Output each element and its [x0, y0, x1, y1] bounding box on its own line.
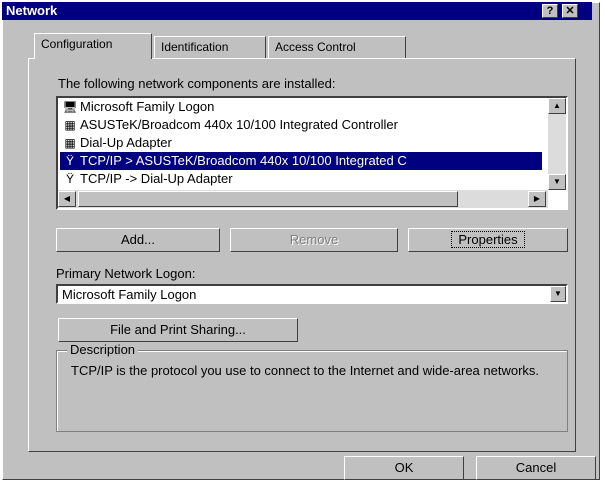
components-list[interactable]: 🖥 Microsoft Family Logon ▦ ASUSTeK/Broadco…: [56, 96, 568, 210]
client-icon: 🖥: [62, 100, 78, 114]
list-item[interactable]: Ÿ TCP/IP -> Dial-Up Adapter: [60, 170, 542, 188]
description-text: TCP/IP is the protocol you use to connec…: [71, 363, 540, 378]
close-button[interactable]: ✕: [562, 4, 578, 18]
tab-identification[interactable]: Identification: [154, 36, 266, 58]
network-adapter-icon: ▦: [64, 118, 76, 132]
properties-button[interactable]: Properties: [408, 228, 568, 252]
help-button[interactable]: ?: [542, 4, 558, 18]
ok-button[interactable]: OK: [344, 456, 464, 480]
vertical-scrollbar[interactable]: ▲ ▼: [548, 98, 566, 190]
network-adapter-icon: ▦: [64, 136, 76, 150]
scroll-down-arrow-icon[interactable]: ▼: [548, 174, 566, 190]
protocol-icon: Ÿ: [65, 172, 74, 186]
file-print-sharing-button[interactable]: File and Print Sharing...: [58, 318, 298, 342]
primary-logon-select[interactable]: Microsoft Family Logon ▼: [56, 284, 568, 304]
primary-logon-value: Microsoft Family Logon: [62, 287, 197, 302]
cancel-button[interactable]: Cancel: [476, 456, 596, 480]
tab-access-control[interactable]: Access Control: [268, 36, 406, 58]
protocol-icon: Ÿ: [65, 154, 74, 168]
scroll-right-arrow-icon[interactable]: ▶: [528, 191, 546, 207]
add-button[interactable]: Add...: [56, 228, 220, 252]
scroll-up-arrow-icon[interactable]: ▲: [548, 98, 566, 114]
horizontal-scroll-thumb[interactable]: [78, 191, 458, 207]
list-item[interactable]: ▦ ASUSTeK/Broadcom 440x 10/100 Integrated…: [60, 116, 542, 134]
scroll-left-arrow-icon[interactable]: ◀: [58, 191, 76, 207]
remove-button[interactable]: Remove: [230, 228, 398, 252]
description-group: Description TCP/IP is the protocol you u…: [56, 342, 568, 432]
chevron-down-icon[interactable]: ▼: [550, 286, 566, 302]
title-bar[interactable]: Network ? ✕: [2, 2, 592, 20]
list-item[interactable]: ▦ Dial-Up Adapter: [60, 134, 542, 152]
horizontal-scrollbar[interactable]: ◀ ▶: [58, 190, 548, 208]
description-legend: Description: [67, 342, 139, 357]
primary-logon-label: Primary Network Logon:: [56, 266, 196, 281]
components-label: The following network components are ins…: [58, 76, 336, 91]
tab-configuration[interactable]: Configuration: [34, 33, 152, 59]
window-title: Network: [6, 3, 58, 18]
list-item[interactable]: 🖥 Microsoft Family Logon: [60, 98, 542, 116]
list-item-selected[interactable]: Ÿ TCP/IP > ASUSTeK/Broadcom 440x 10/100 I…: [60, 152, 542, 170]
